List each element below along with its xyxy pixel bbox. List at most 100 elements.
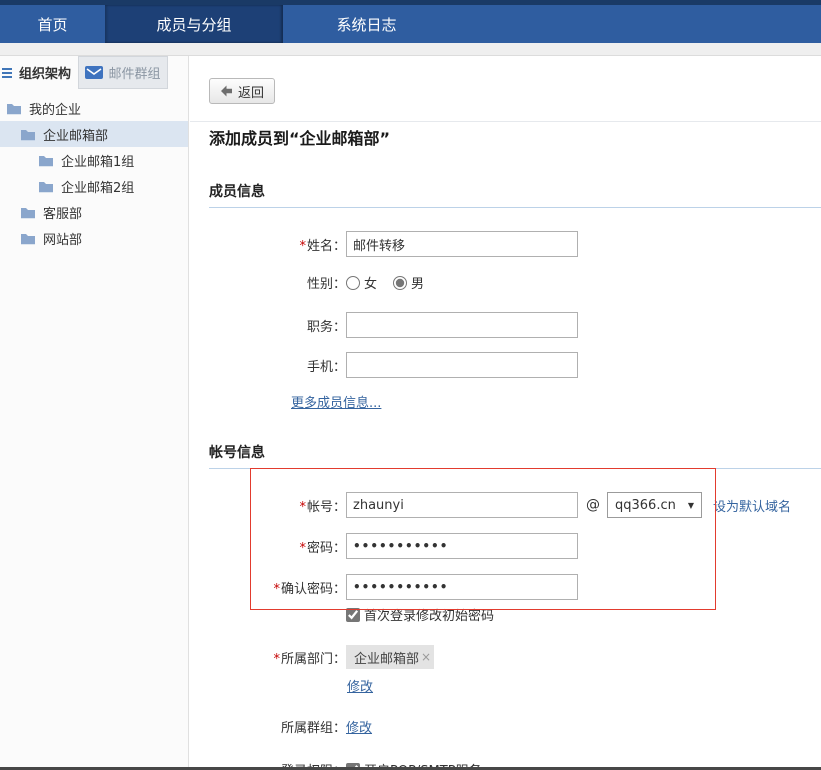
dropdown-arrow-icon: ▼ — [688, 501, 694, 510]
sidebar: 组织架构 邮件群组 我的企业 企业邮箱部 企业邮箱1组 — [0, 56, 189, 770]
gender-male-radio[interactable] — [393, 276, 407, 290]
department-modify-link[interactable]: 修改 — [347, 676, 373, 695]
nav-tab-home[interactable]: 首页 — [0, 5, 105, 43]
name-label-text: 姓名： — [307, 239, 346, 254]
member-section-heading: 成员信息 — [209, 181, 821, 208]
first-login-option[interactable]: 首次登录修改初始密码 — [346, 605, 494, 624]
tree-item-label: 企业邮箱2组 — [61, 177, 134, 196]
department-label: *所属部门： — [190, 648, 346, 667]
mobile-label-text: 手机： — [307, 360, 346, 375]
first-login-label: 首次登录修改初始密码 — [364, 605, 494, 624]
tree-item-mail-dept[interactable]: 企业邮箱部 — [0, 121, 188, 147]
folder-icon — [38, 180, 54, 193]
mobile-input[interactable] — [346, 352, 578, 378]
account-input[interactable] — [346, 492, 578, 518]
job-label: 职务： — [190, 316, 346, 335]
department-tag: 企业邮箱部× — [346, 645, 434, 669]
back-arrow-icon — [220, 85, 233, 97]
sidebar-tab-org-structure[interactable]: 组织架构 — [0, 56, 78, 89]
password-row: *密码： — [190, 533, 821, 559]
folder-icon — [20, 128, 36, 141]
required-mark: * — [299, 239, 306, 254]
page-title: 添加成员到“企业邮箱部” — [209, 128, 821, 150]
org-structure-icon — [2, 68, 12, 78]
confirm-password-row: *确认密码： — [190, 574, 821, 600]
confirm-password-input[interactable] — [346, 574, 578, 600]
tree-item-service-dept[interactable]: 客服部 — [0, 199, 188, 225]
sidebar-tab-mail-groups[interactable]: 邮件群组 — [78, 56, 168, 89]
domain-select[interactable]: qq366.cn ▼ — [607, 492, 702, 518]
first-login-checkbox[interactable] — [346, 608, 360, 622]
gender-female-radio[interactable] — [346, 276, 360, 290]
job-input[interactable] — [346, 312, 578, 338]
mobile-label: 手机： — [190, 356, 346, 375]
gender-male-label: 男 — [411, 273, 424, 292]
group-label-text: 所属群组： — [281, 721, 346, 736]
tree-item-my-company[interactable]: 我的企业 — [0, 95, 188, 121]
header-divider — [190, 121, 821, 122]
folder-icon — [38, 154, 54, 167]
more-member-info-link[interactable]: 更多成员信息... — [291, 396, 381, 411]
sidebar-tab-label: 邮件群组 — [108, 63, 160, 82]
account-section-heading: 帐号信息 — [209, 442, 821, 469]
name-input[interactable] — [346, 231, 578, 257]
password-label-text: 密码： — [307, 541, 346, 556]
gender-female-label: 女 — [364, 273, 377, 292]
required-mark: * — [273, 582, 280, 597]
account-row: *帐号： @ qq366.cn ▼ 设为默认域名 — [190, 492, 821, 518]
org-tree: 我的企业 企业邮箱部 企业邮箱1组 企业邮箱2组 客服部 网站部 — [0, 95, 188, 251]
job-row: 职务： — [190, 312, 821, 338]
sidebar-tab-label: 组织架构 — [19, 63, 71, 82]
job-label-text: 职务： — [307, 320, 346, 335]
group-row: 所属群组： 修改 — [190, 717, 821, 736]
tree-item-website-dept[interactable]: 网站部 — [0, 225, 188, 251]
page: 首页 成员与分组 系统日志 组织架构 邮件群组 我的企业 — [0, 0, 821, 770]
gender-female-option[interactable]: 女 — [346, 273, 377, 292]
account-label: *帐号： — [190, 496, 346, 515]
account-label-text: 帐号： — [307, 500, 346, 515]
navbar-tabs: 首页 成员与分组 系统日志 — [0, 5, 821, 43]
tree-item-label: 网站部 — [43, 229, 82, 248]
group-modify-link[interactable]: 修改 — [346, 717, 372, 736]
folder-icon — [6, 102, 22, 115]
required-mark: * — [299, 500, 306, 515]
folder-icon — [20, 206, 36, 219]
required-mark: * — [299, 541, 306, 556]
first-login-row: 首次登录修改初始密码 — [190, 605, 821, 624]
tree-item-label: 企业邮箱1组 — [61, 151, 134, 170]
name-label: *姓名： — [190, 235, 346, 254]
nav-tab-system-log[interactable]: 系统日志 — [283, 5, 450, 43]
back-button-label: 返回 — [238, 82, 264, 101]
department-tag-label: 企业邮箱部 — [354, 648, 419, 667]
back-button[interactable]: 返回 — [209, 78, 275, 104]
sidebar-tabs: 组织架构 邮件群组 — [0, 56, 188, 89]
group-label: 所属群组： — [190, 717, 346, 736]
gender-label: 性别： — [190, 273, 346, 292]
gender-label-text: 性别： — [307, 277, 346, 292]
department-modify-row: 修改 — [190, 676, 821, 695]
gender-male-option[interactable]: 男 — [393, 273, 424, 292]
set-default-domain-link[interactable]: 设为默认域名 — [713, 496, 791, 515]
tree-item-mail-group-2[interactable]: 企业邮箱2组 — [0, 173, 188, 199]
tree-item-label: 客服部 — [43, 203, 82, 222]
tree-item-mail-group-1[interactable]: 企业邮箱1组 — [0, 147, 188, 173]
nav-tab-members-groups[interactable]: 成员与分组 — [105, 5, 283, 43]
folder-icon — [20, 232, 36, 245]
subnav-strip — [0, 43, 821, 56]
more-member-info-row: 更多成员信息... — [291, 392, 821, 411]
password-input[interactable] — [346, 533, 578, 559]
main-content: 返回 添加成员到“企业邮箱部” 成员信息 *姓名： 性别： 女 男 职务： — [190, 56, 821, 770]
name-row: *姓名： — [190, 231, 821, 257]
tree-item-label: 我的企业 — [29, 99, 81, 118]
mobile-row: 手机： — [190, 352, 821, 378]
confirm-password-label-text: 确认密码： — [281, 582, 346, 597]
gender-row: 性别： 女 男 — [190, 273, 821, 292]
at-sign: @ — [586, 497, 600, 513]
mail-group-icon — [85, 66, 103, 79]
department-row: *所属部门： 企业邮箱部× — [190, 645, 821, 669]
required-mark: * — [273, 652, 280, 667]
domain-select-value: qq366.cn — [615, 498, 676, 513]
password-label: *密码： — [190, 537, 346, 556]
tag-remove-icon[interactable]: × — [421, 650, 431, 664]
tree-item-label: 企业邮箱部 — [43, 125, 108, 144]
